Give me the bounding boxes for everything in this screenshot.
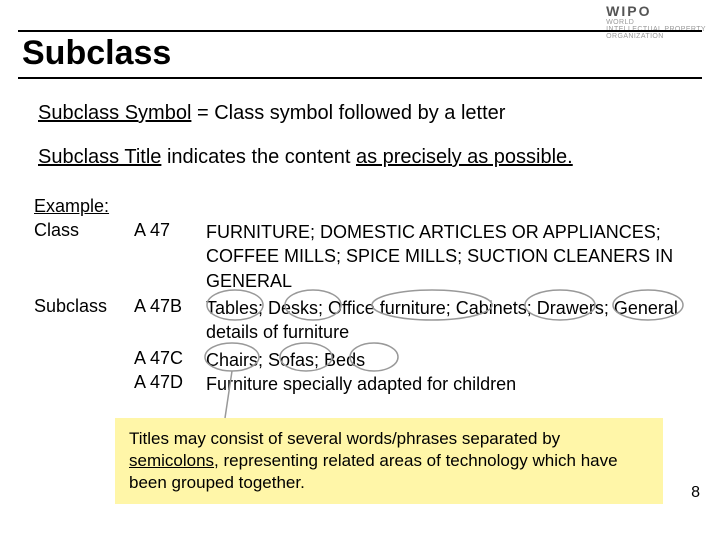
def-title-suffix: as precisely as possible. <box>356 146 573 168</box>
example-row-label: Subclass <box>34 296 107 317</box>
logo-sub-1: WORLD <box>606 19 706 26</box>
example-label: Example: <box>34 196 109 217</box>
page-title: Subclass <box>22 34 698 73</box>
def-title-mid: indicates the content <box>161 146 356 168</box>
page-number: 8 <box>691 484 700 502</box>
note-keyword: semicolons <box>129 451 214 470</box>
definition-symbol: Subclass Symbol = Class symbol followed … <box>38 102 682 125</box>
example-row-desc: Tables; Desks; Office furniture; Cabinet… <box>206 296 690 345</box>
example-row-code: A 47B <box>134 296 182 317</box>
example-row-desc: Furniture specially adapted for children <box>206 372 690 396</box>
example-row-code: A 47D <box>134 372 183 393</box>
example-row-label: Class <box>34 220 79 241</box>
def-symbol-term: Subclass Symbol <box>38 102 191 124</box>
definition-title: Subclass Title indicates the content as … <box>38 146 682 169</box>
logo-main: WIPO <box>606 4 706 19</box>
def-symbol-rest: = Class symbol followed by a letter <box>191 102 505 124</box>
example-row-desc: Chairs; Sofas; Beds <box>206 348 690 372</box>
example-row-desc: FURNITURE; DOMESTIC ARTICLES OR APPLIANC… <box>206 220 690 293</box>
example-row-code: A 47 <box>134 220 170 241</box>
example-row-code: A 47C <box>134 348 183 369</box>
note-box: Titles may consist of several words/phra… <box>115 418 663 504</box>
def-title-term: Subclass Title <box>38 146 161 168</box>
title-band: Subclass <box>18 30 702 79</box>
note-pre: Titles may consist of several words/phra… <box>129 429 560 448</box>
